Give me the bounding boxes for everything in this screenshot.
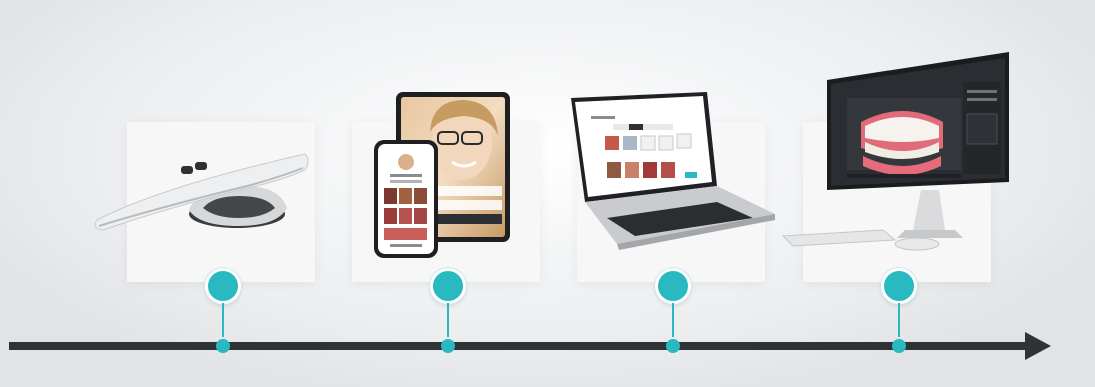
step-card-app [352, 92, 540, 282]
timeline-node-4 [881, 268, 917, 304]
timeline-node-3 [655, 268, 691, 304]
laptop-software-icon [571, 92, 775, 250]
desktop-3d-model-icon [781, 52, 1009, 251]
timeline-diagram [0, 0, 1095, 387]
timeline-stem-3 [672, 303, 674, 337]
step-card-desktop [781, 52, 1009, 282]
timeline-node-2 [430, 268, 466, 304]
timeline-stem-4 [898, 303, 900, 337]
step-card-laptop [571, 92, 775, 282]
step-card-scanner [94, 122, 315, 282]
timeline-axis-dot-4 [892, 339, 906, 353]
timeline-axis-dot-2 [441, 339, 455, 353]
timeline-arrowhead [1025, 332, 1051, 360]
timeline-stem-2 [447, 303, 449, 337]
timeline-node-1 [205, 268, 241, 304]
timeline-axis-dot-1 [216, 339, 230, 353]
timeline-axis-dot-3 [666, 339, 680, 353]
tablet-phone-app-icon [374, 92, 510, 258]
timeline-axis [9, 342, 1029, 350]
intraoral-scanner-icon [94, 153, 309, 231]
timeline-stem-1 [222, 303, 224, 337]
